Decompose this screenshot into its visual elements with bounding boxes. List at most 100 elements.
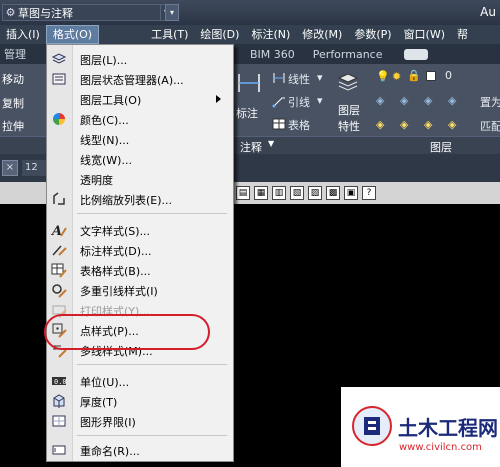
toolbar-icon-2[interactable]: ▦ <box>254 186 268 200</box>
menu-format[interactable]: 格式(O) <box>45 25 100 44</box>
title-bar: ⚙ 草图与注释 ▼ ▾ Au <box>0 0 500 25</box>
menu-item-thickness[interactable]: 厚度(T) <box>47 391 233 411</box>
menu-parametric[interactable]: 参数(P) <box>348 25 397 44</box>
menu-separator <box>77 213 227 214</box>
app-title: Au <box>480 5 496 19</box>
menu-item-units[interactable]: 0.0 单位(U)... <box>47 371 233 391</box>
table-icon <box>272 118 286 130</box>
menu-item-layer-state-manager[interactable]: 图层状态管理器(A)... <box>47 69 233 89</box>
menu-item-transparency[interactable]: 透明度 <box>47 169 233 189</box>
highlight-annotation <box>44 314 210 350</box>
close-icon[interactable]: × <box>2 160 18 176</box>
dimension-tool[interactable]: 标注 <box>236 105 258 121</box>
tab-performance[interactable]: Performance <box>304 48 392 61</box>
layer-tool-icon-a[interactable]: ◈ <box>376 94 384 107</box>
leader-tool[interactable]: 引线 <box>288 94 310 110</box>
lightbulb-icon[interactable]: 💡 <box>376 70 390 83</box>
menu-window[interactable]: 窗口(W) <box>398 25 451 44</box>
layer-tool-icon-h[interactable]: ◈ <box>448 118 456 131</box>
layer-tool-icon-f[interactable]: ◈ <box>400 118 408 131</box>
leader-dropdown-icon[interactable]: ▾ <box>317 94 323 107</box>
menu-draw[interactable]: 绘图(D) <box>194 25 245 44</box>
menu-insert[interactable]: 插入(I) <box>0 25 46 44</box>
drawing-limits-icon <box>52 415 66 427</box>
linear-tool[interactable]: 线性 <box>288 71 310 87</box>
stretch-tool[interactable]: 拉伸 <box>2 118 24 134</box>
table-style-icon <box>51 263 67 278</box>
toolbar-icon-3[interactable]: ▥ <box>272 186 286 200</box>
layer-properties-line2[interactable]: 特性 <box>338 118 360 134</box>
watermark-brand: 土木工程网 <box>398 416 498 440</box>
toolbar-icon-6[interactable]: ▩ <box>326 186 340 200</box>
toolbar-icon-4[interactable]: ▧ <box>290 186 304 200</box>
menu-item-layer-tools[interactable]: 图层工具(O) <box>47 89 233 109</box>
tab-bim360[interactable]: BIM 360 <box>241 48 304 61</box>
menu-item-multileader-style[interactable]: 多重引线样式(I) <box>47 280 233 300</box>
workspace-label: 草图与注释 <box>18 6 73 20</box>
set-current-tool[interactable]: 置为 <box>480 94 500 110</box>
workspace-selector[interactable]: ⚙ 草图与注释 ▼ <box>2 4 174 21</box>
menu-item-scale-list[interactable]: 比例缩放列表(E)... <box>47 189 233 209</box>
menu-item-linetype[interactable]: 线型(N)... <box>47 129 233 149</box>
current-layer-value[interactable]: 0 <box>445 69 452 82</box>
menu-item-lineweight[interactable]: 线宽(W)... <box>47 149 233 169</box>
help-icon[interactable]: ? <box>362 186 376 200</box>
lock-icon[interactable]: 🔒 <box>407 69 421 82</box>
layer-panel-label[interactable]: 图层 <box>430 139 452 155</box>
layer-tool-icon-b[interactable]: ◈ <box>400 94 408 107</box>
submenu-arrow-icon <box>216 95 221 103</box>
menu-item-rename[interactable]: 重命名(R)... <box>47 440 233 460</box>
rename-icon <box>52 445 66 455</box>
menu-item-text-style[interactable]: A 文字样式(S)... <box>47 220 233 240</box>
dimension-style-icon <box>52 245 67 256</box>
dimension-icon <box>238 74 260 92</box>
linear-dropdown-icon[interactable]: ▾ <box>317 71 323 84</box>
quick-access-dropdown[interactable]: ▾ <box>165 4 179 21</box>
layer-properties-icon <box>337 73 359 91</box>
format-menu: 图层(L)... 图层状态管理器(A)... 图层工具(O) 颜色(C)... … <box>46 44 234 462</box>
layer-tool-icon-d[interactable]: ◈ <box>448 94 456 107</box>
menu-separator <box>77 435 227 436</box>
layer-tool-icon-g[interactable]: ◈ <box>424 118 432 131</box>
layer-properties-line1[interactable]: 图层 <box>338 102 360 118</box>
table-tool[interactable]: 表格 <box>288 117 310 133</box>
menu-item-dimension-style[interactable]: 标注样式(D)... <box>47 240 233 260</box>
gear-icon: ⚙ <box>5 6 16 19</box>
color-wheel-icon <box>53 113 65 125</box>
units-icon: 0.0 <box>52 377 67 386</box>
menu-item-drawing-limits[interactable]: 图形界限(I) <box>47 411 233 431</box>
annotation-panel-expand-icon[interactable]: ▼ <box>268 139 274 148</box>
tab-manage[interactable]: 管理 <box>0 46 35 62</box>
menu-modify[interactable]: 修改(M) <box>296 25 348 44</box>
document-tab[interactable]: 12 <box>22 160 46 176</box>
svg-text:0.0: 0.0 <box>54 378 67 386</box>
toolbar-icon-1[interactable]: ▤ <box>236 186 250 200</box>
toolbar-icon-5[interactable]: ▨ <box>308 186 322 200</box>
svg-text:A: A <box>51 224 62 238</box>
menu-item-table-style[interactable]: 表格样式(B)... <box>47 260 233 280</box>
match-tool[interactable]: 匹配 <box>480 118 500 134</box>
menu-help[interactable]: 帮 <box>451 25 474 44</box>
menu-item-color[interactable]: 颜色(C)... <box>47 109 233 129</box>
layer-color-swatch[interactable] <box>426 71 436 81</box>
watermark-logo <box>352 406 392 446</box>
text-style-icon: A <box>51 224 67 238</box>
annotation-panel-label[interactable]: 注释 <box>240 139 262 155</box>
layer-icon <box>51 53 67 64</box>
ribbon-toggle-button[interactable] <box>403 48 428 60</box>
menu-tools[interactable]: 工具(T) <box>99 25 194 44</box>
scale-list-icon <box>53 192 65 205</box>
layer-tool-icon-e[interactable]: ◈ <box>376 118 384 131</box>
toolbar-icon-7[interactable]: ▣ <box>344 186 358 200</box>
layer-state-icon <box>52 73 66 85</box>
multileader-style-icon <box>52 284 67 298</box>
thickness-icon <box>53 394 65 408</box>
copy-tool[interactable]: 复制 <box>2 95 24 111</box>
move-tool[interactable]: 移动 <box>2 71 24 87</box>
menu-item-layer[interactable]: 图层(L)... <box>47 49 233 69</box>
leader-icon <box>272 97 285 108</box>
layer-tool-icon-c[interactable]: ◈ <box>424 94 432 107</box>
menu-dimension[interactable]: 标注(N) <box>245 25 296 44</box>
menu-bar: 插入(I) 格式(O) 工具(T) 绘图(D) 标注(N) 修改(M) 参数(P… <box>0 25 500 44</box>
sun-icon[interactable]: ✹ <box>392 70 401 83</box>
